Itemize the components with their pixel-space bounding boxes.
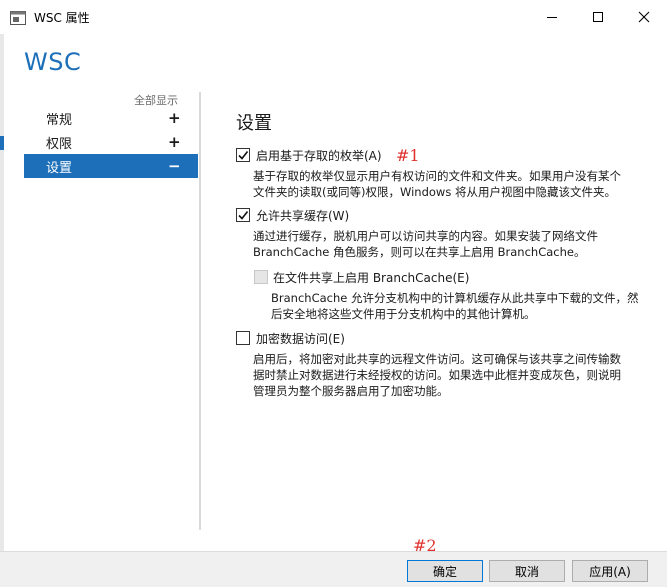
encrypt-description: 据时禁止对数据进行未经授权的访问。如果选中此框并变成灰色，则说明 (253, 368, 621, 382)
nav-item-label: 设置 (46, 160, 73, 176)
caching-checkbox[interactable] (236, 208, 250, 222)
abe-checkbox[interactable] (236, 148, 250, 162)
annotation-1: #1 (396, 146, 420, 165)
maximize-button[interactable] (575, 0, 621, 34)
apply-button[interactable]: 应用(A) (572, 560, 648, 582)
background-window-edge (0, 34, 4, 586)
window-title: WSC 属性 (34, 11, 90, 25)
branchcache-description: BranchCache 允许分支机构中的计算机缓存从此共享中下载的文件，然 (271, 291, 639, 305)
close-icon (638, 11, 650, 23)
nav-item-settings[interactable]: 设置 − (24, 154, 198, 178)
minimize-button[interactable] (529, 0, 575, 34)
nav-item-label: 权限 (46, 136, 73, 152)
encrypt-label[interactable]: 加密数据访问(E) (256, 330, 345, 347)
expand-icon: + (168, 133, 181, 151)
branchcache-checkbox[interactable] (254, 270, 268, 284)
abe-label[interactable]: 启用基于存取的枚举(A) (256, 147, 382, 164)
caching-description: BranchCache 角色服务，则可以在共享上启用 BranchCache。 (253, 245, 586, 259)
nav-item-label: 常规 (46, 112, 73, 128)
collapse-icon: − (168, 157, 181, 175)
caching-description: 通过进行缓存，脱机用户可以访问共享的内容。如果安装了网络文件 (253, 229, 598, 243)
folder-share-icon (10, 10, 26, 25)
divider (199, 92, 201, 530)
close-button[interactable] (621, 0, 667, 34)
abe-description: 基于存取的枚举仅显示用户有权访问的文件和文件夹。如果用户没有某个 (253, 169, 621, 183)
dialog-footer (0, 551, 667, 587)
nav-item-permissions[interactable]: 权限 + (24, 130, 198, 154)
checkmark-icon (238, 151, 249, 160)
branchcache-label[interactable]: 在文件共享上启用 BranchCache(E) (273, 269, 469, 286)
expand-icon: + (168, 109, 181, 127)
section-title: 设置 (236, 113, 272, 134)
page-title: WSC (24, 48, 82, 76)
maximize-icon (593, 12, 603, 22)
nav-item-general[interactable]: 常规 + (24, 106, 198, 130)
encrypt-description: 启用后，将加密对此共享的远程文件访问。这可确保与该共享之间传输数 (253, 352, 621, 366)
minimize-icon (547, 17, 557, 18)
checkmark-icon (238, 211, 249, 220)
encrypt-checkbox[interactable] (236, 331, 250, 345)
background-window-accent (0, 136, 4, 150)
branchcache-description: 后安全地将这些文件用于分支机构中的其他计算机。 (271, 307, 536, 321)
ok-button[interactable]: 确定 (407, 560, 483, 582)
abe-description: 文件夹的读取(或同等)权限，Windows 将从用户视图中隐藏该文件夹。 (253, 185, 616, 199)
cancel-button[interactable]: 取消 (489, 560, 565, 582)
encrypt-description: 管理员为整个服务器启用了加密功能。 (253, 384, 449, 398)
caching-label[interactable]: 允许共享缓存(W) (256, 207, 349, 224)
